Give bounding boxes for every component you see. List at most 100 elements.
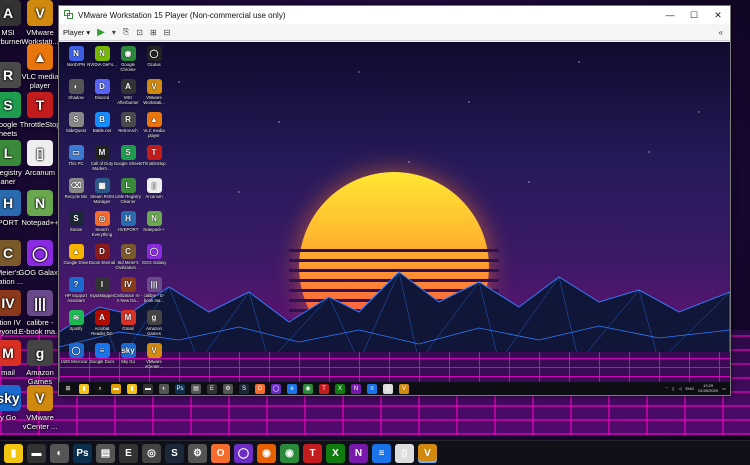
guest-taskbar-docs-icon[interactable]: ≡ bbox=[367, 383, 377, 394]
taskbar-firefox-icon[interactable]: ◉ bbox=[257, 443, 276, 463]
icon-label: Spotify bbox=[69, 326, 83, 331]
taskbar-onenote-icon[interactable]: N bbox=[349, 443, 368, 463]
taskbar-epic-icon[interactable]: E bbox=[119, 443, 138, 463]
guest-taskbar-throttle-icon[interactable]: T bbox=[319, 383, 329, 394]
taskbar-files-icon[interactable]: ▤ bbox=[96, 443, 115, 463]
guest-taskbar-notes-icon[interactable]: ▮ bbox=[127, 383, 137, 394]
app-icon: N bbox=[146, 211, 162, 226]
player-menu-button[interactable]: Player ▾ bbox=[63, 28, 90, 37]
guest-desktop-icon[interactable]: ◯ Oculus bbox=[139, 46, 169, 67]
app-icon: ◯ bbox=[146, 46, 162, 61]
fit-guest-icon[interactable]: ⊡ bbox=[136, 28, 143, 37]
app-icon: C bbox=[120, 244, 136, 259]
taskbar-vmware-icon[interactable]: V bbox=[418, 443, 437, 463]
fullscreen-icon[interactable]: ⊞ bbox=[150, 28, 157, 37]
guest-desktop-icon[interactable]: T ThrottleStop bbox=[139, 145, 169, 166]
icon-label: InputMapper bbox=[89, 293, 115, 298]
icon-label: Shadow bbox=[68, 95, 84, 100]
guest-system-tray: ⌃ ▯ ◁ ENG 13:29 01/05/2020 ▭ bbox=[661, 383, 730, 393]
guest-taskbar-explorer-icon[interactable]: ▬ bbox=[111, 383, 121, 394]
minimize-button[interactable]: — bbox=[658, 6, 682, 24]
guest-desktop-icon[interactable]: V VMware vCenter... bbox=[139, 343, 169, 369]
guest-desktop-icon[interactable]: V VMware Workstati... bbox=[139, 79, 169, 105]
icon-label: HVEPORT bbox=[117, 227, 139, 232]
taskbar-app-icon[interactable]: ◎ bbox=[142, 443, 161, 463]
app-icon: V bbox=[27, 0, 53, 26]
guest-taskbar-start-icon[interactable]: ⊞ bbox=[63, 383, 73, 394]
tray-chevron-icon[interactable]: ⌃ bbox=[665, 386, 668, 391]
taskbar-docs-icon[interactable]: ≡ bbox=[372, 443, 391, 463]
guest-taskbar-document-icon[interactable]: ▯ bbox=[383, 383, 393, 394]
guest-taskbar-photoshop-icon[interactable]: Ps bbox=[175, 383, 185, 394]
app-icon: M bbox=[120, 310, 136, 325]
guest-taskbar-settings-icon[interactable]: ⚙ bbox=[223, 383, 233, 394]
guest-taskbar-files-icon[interactable]: ▤ bbox=[191, 383, 201, 394]
guest-desktop-icon[interactable]: ▯ Arcanum bbox=[139, 178, 169, 199]
guest-taskbar-search-icon[interactable]: ⌕ bbox=[95, 383, 105, 394]
guest-taskbar-chrome-icon[interactable]: ◉ bbox=[303, 383, 313, 394]
network-icon[interactable]: ▯ bbox=[672, 386, 674, 391]
power-dropdown-icon[interactable]: ▾ bbox=[112, 28, 116, 37]
app-icon: ◯ bbox=[146, 244, 162, 259]
language-indicator[interactable]: ENG bbox=[686, 386, 695, 391]
taskbar-origin-icon[interactable]: O bbox=[211, 443, 230, 463]
app-icon: T bbox=[27, 92, 53, 118]
app-icon: A bbox=[120, 79, 136, 94]
taskbar-xbox-icon[interactable]: X bbox=[326, 443, 345, 463]
notification-icon[interactable]: ▭ bbox=[722, 386, 726, 391]
icon-label: RetroArch bbox=[118, 128, 138, 133]
app-icon: M bbox=[94, 145, 110, 160]
guest-taskbar-apps: ⊞ ▮ ⌕ ▬ ▮ ▬ ◐ Ps ▤ E ⚙ S O ◯ e ◉ T X N ≡ ▯ V bbox=[63, 383, 415, 394]
taskbar-chrome-icon[interactable]: ◉ bbox=[280, 443, 299, 463]
guest-desktop-icon[interactable]: N Notepad++ bbox=[139, 211, 169, 232]
guest-desktop-icon[interactable]: g Amazon Games bbox=[139, 310, 169, 336]
guest-taskbar-vmware-icon[interactable]: V bbox=[399, 383, 409, 394]
guest-taskbar-onenote-icon[interactable]: N bbox=[351, 383, 361, 394]
guest-taskbar-edge-icon[interactable]: e bbox=[287, 383, 297, 394]
vmware-titlebar[interactable]: VMware Workstation 15 Player (Non-commer… bbox=[59, 6, 730, 24]
icon-label: This PC bbox=[68, 161, 84, 166]
app-icon: ◉ bbox=[120, 46, 136, 61]
taskbar-photoshop-icon[interactable]: Ps bbox=[73, 443, 92, 463]
app-icon: ≡ bbox=[94, 343, 110, 358]
taskbar-terminal-icon[interactable]: ▬ bbox=[27, 443, 46, 463]
unity-icon[interactable]: ⊟ bbox=[164, 28, 171, 37]
guest-desktop-icon[interactable]: ▲ VLC media player bbox=[139, 112, 169, 138]
guest-desktop-icon[interactable]: ||| calibre - E-book ma... bbox=[139, 277, 169, 303]
guest-taskbar-note-icon[interactable]: ▮ bbox=[79, 383, 89, 394]
icon-label: Arcanum bbox=[145, 194, 163, 199]
guest-taskbar-origin-icon[interactable]: O bbox=[255, 383, 265, 394]
power-on-play-icon[interactable]: ▶ bbox=[97, 27, 105, 38]
guest-taskbar-terminal-icon[interactable]: ▬ bbox=[143, 383, 153, 394]
guest-taskbar-xbox-icon[interactable]: X bbox=[335, 383, 345, 394]
clock[interactable]: 13:29 01/05/2020 bbox=[698, 383, 719, 393]
send-ctrl-alt-del-icon[interactable]: ⎘ bbox=[123, 27, 129, 37]
close-button[interactable]: ✕ bbox=[706, 6, 730, 24]
app-icon: ≋ bbox=[68, 310, 84, 325]
app-icon: ▲ bbox=[146, 112, 162, 127]
collapse-toolbar-icon[interactable]: « bbox=[719, 28, 723, 37]
taskbar-settings-icon[interactable]: ⚙ bbox=[188, 443, 207, 463]
app-icon: B bbox=[94, 112, 110, 127]
guest-taskbar-app-icon[interactable]: ◐ bbox=[159, 383, 169, 394]
guest-taskbar-gog-icon[interactable]: ◯ bbox=[271, 383, 281, 394]
guest-taskbar-epic-icon[interactable]: E bbox=[207, 383, 217, 394]
host-taskbar: ▮ ▬ ◐ Ps ▤ E ◎ S ⚙ O ◯ ◉ ◉ T X N ≡ ▯ V bbox=[0, 440, 750, 465]
taskbar-throttle-icon[interactable]: T bbox=[303, 443, 322, 463]
taskbar-gog-icon[interactable]: ◯ bbox=[234, 443, 253, 463]
volume-icon[interactable]: ◁ bbox=[678, 386, 681, 391]
taskbar-steam-icon[interactable]: S bbox=[165, 443, 184, 463]
icon-label: Sky Go bbox=[120, 359, 136, 364]
maximize-button[interactable]: ☐ bbox=[682, 6, 706, 24]
taskbar-notes-icon[interactable]: ▮ bbox=[4, 443, 23, 463]
app-icon: A bbox=[94, 310, 110, 325]
app-icon: S bbox=[68, 211, 84, 226]
guest-taskbar-steam-icon[interactable]: S bbox=[239, 383, 249, 394]
icon-label: Google Drive bbox=[63, 260, 89, 265]
clock-date: 01/05/2020 bbox=[698, 387, 719, 393]
vmware-player-window: VMware Workstation 15 Player (Non-commer… bbox=[58, 5, 731, 396]
guest-screen[interactable]: N NordVPN N NVIDIA GeFo... ◉ Google Chrome ◯ Oc… bbox=[59, 42, 730, 395]
taskbar-document-icon[interactable]: ▯ bbox=[395, 443, 414, 463]
guest-desktop-icon[interactable]: ◯ GOG Galaxy bbox=[139, 244, 169, 265]
taskbar-speed-icon[interactable]: ◐ bbox=[50, 443, 69, 463]
